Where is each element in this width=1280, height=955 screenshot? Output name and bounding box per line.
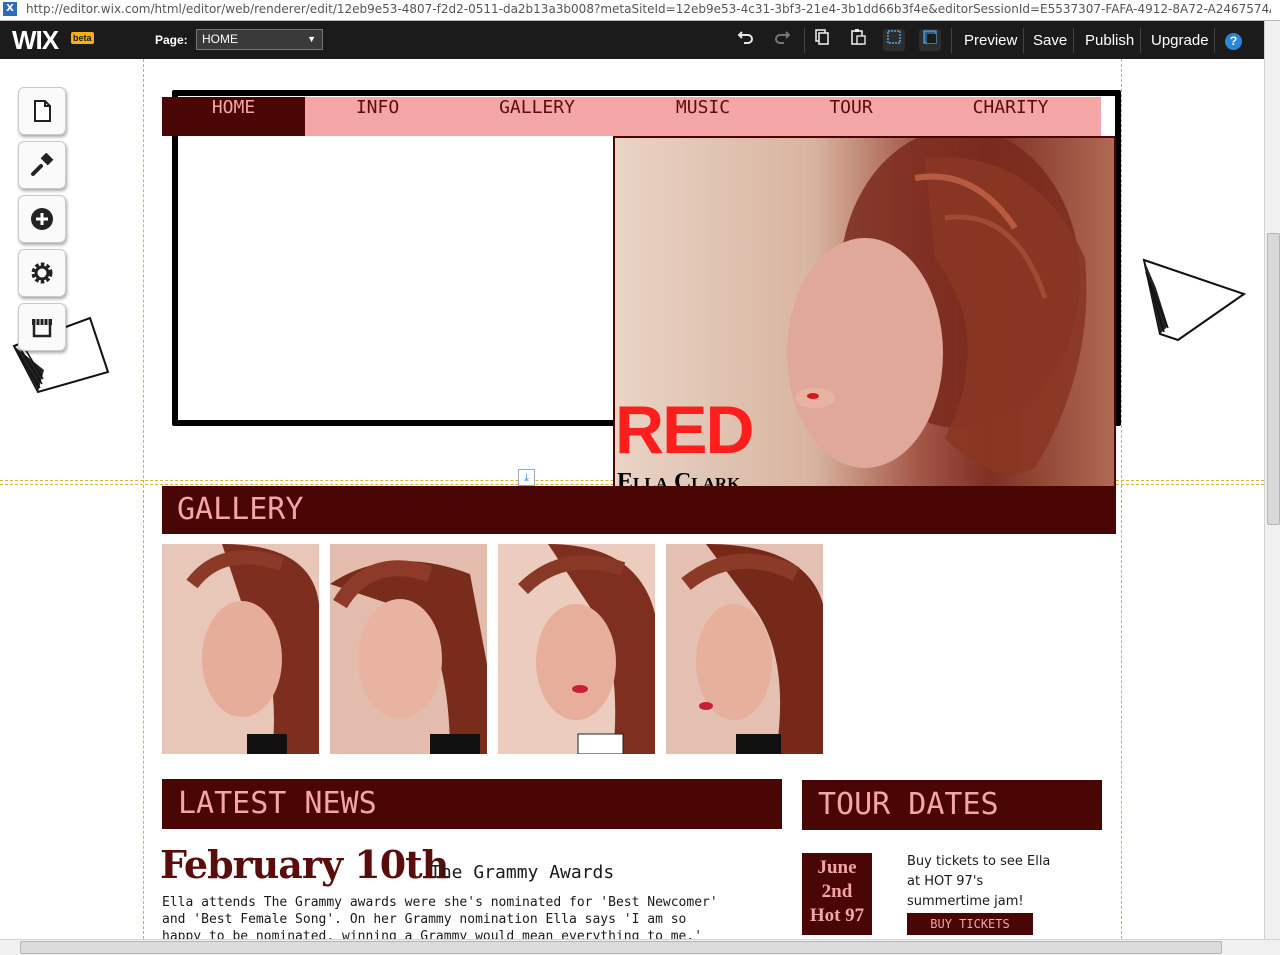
beta-badge: beta bbox=[71, 32, 94, 44]
latest-news-heading: LATEST NEWS bbox=[162, 779, 782, 829]
tour-dates-heading: TOUR DATES bbox=[802, 780, 1102, 830]
nav-item-home[interactable]: HOME bbox=[162, 97, 305, 136]
buy-tickets-button[interactable]: BUY TICKETS bbox=[907, 913, 1033, 935]
news-date: February 10th bbox=[160, 842, 449, 887]
page-guide-left bbox=[143, 59, 144, 939]
address-bar[interactable]: X http://editor.wix.com/html/editor/web/… bbox=[0, 0, 1280, 21]
gallery-thumbnail[interactable] bbox=[162, 544, 319, 754]
sketch-triangle-right bbox=[1142, 258, 1247, 342]
publish-button[interactable]: Publish bbox=[1085, 32, 1134, 49]
save-button[interactable]: Save bbox=[1033, 32, 1067, 49]
news-line: Ella attends The Grammy awards were she'… bbox=[162, 895, 718, 910]
vertical-scrollbar[interactable] bbox=[1264, 21, 1280, 939]
horizontal-scrollbar[interactable] bbox=[0, 939, 1280, 955]
gallery-thumbnail[interactable] bbox=[330, 544, 487, 754]
grid-icon[interactable] bbox=[883, 29, 905, 51]
paintbrush-icon bbox=[31, 153, 54, 176]
design-button[interactable] bbox=[18, 141, 66, 189]
tour-date-line: Hot 97 bbox=[809, 905, 865, 926]
rulers-icon[interactable] bbox=[919, 29, 941, 51]
gear-icon bbox=[31, 262, 53, 284]
pages-icon bbox=[34, 100, 51, 122]
nav-item-music[interactable]: MUSIC bbox=[624, 97, 782, 136]
page-label: Page: bbox=[155, 33, 188, 47]
editor-toolbar: WIX beta Page: HOME ▼ Preview Save Publi… bbox=[0, 21, 1268, 59]
upgrade-button[interactable]: Upgrade bbox=[1151, 32, 1209, 49]
hero-title: RED bbox=[615, 392, 755, 468]
nav-item-tour[interactable]: TOUR bbox=[782, 97, 920, 136]
paste-icon[interactable] bbox=[847, 29, 869, 51]
site-nav: HOME INFO GALLERY MUSIC TOUR CHARITY bbox=[162, 97, 1101, 136]
pages-button[interactable] bbox=[18, 87, 66, 135]
tour-date-line: 2nd bbox=[821, 881, 853, 902]
chevron-down-icon: ▼ bbox=[307, 34, 316, 44]
news-body: Ella attends The Grammy awards were she'… bbox=[162, 894, 762, 945]
redo-icon[interactable] bbox=[771, 29, 793, 51]
gallery-thumbnail[interactable] bbox=[666, 544, 823, 754]
vertical-scroll-thumb[interactable] bbox=[1267, 233, 1280, 525]
page-select[interactable]: HOME ▼ bbox=[196, 29, 323, 50]
gallery-heading: GALLERY bbox=[162, 486, 1116, 534]
favicon-icon: X bbox=[3, 2, 17, 16]
app-market-button[interactable] bbox=[18, 303, 66, 351]
settings-button[interactable] bbox=[18, 249, 66, 297]
tour-date-line: June bbox=[817, 857, 857, 878]
section-handle-icon[interactable]: ⤓ bbox=[518, 469, 535, 486]
news-line: and 'Best Female Song'. On her Grammy no… bbox=[162, 912, 687, 927]
plus-circle-icon bbox=[31, 208, 53, 230]
wix-logo: WIX bbox=[12, 25, 59, 55]
gallery-thumbnail[interactable] bbox=[498, 544, 655, 754]
hero-image[interactable]: RED Ella Clark bbox=[613, 136, 1116, 496]
store-icon bbox=[32, 319, 52, 338]
help-icon[interactable]: ? bbox=[1225, 33, 1242, 50]
page-select-value: HOME bbox=[202, 32, 238, 46]
news-title: The Grammy Awards bbox=[430, 862, 615, 883]
nav-item-charity[interactable]: CHARITY bbox=[920, 97, 1101, 136]
horizontal-scroll-thumb[interactable] bbox=[20, 941, 1222, 954]
copy-icon[interactable] bbox=[811, 29, 833, 51]
undo-icon[interactable] bbox=[735, 29, 757, 51]
tour-description: Buy tickets to see Ella at HOT 97's summ… bbox=[907, 854, 1051, 909]
nav-item-gallery[interactable]: GALLERY bbox=[450, 97, 624, 136]
preview-button[interactable]: Preview bbox=[964, 32, 1017, 49]
tour-date-badge: June 2nd Hot 97 bbox=[802, 853, 872, 935]
url-text[interactable]: http://editor.wix.com/html/editor/web/re… bbox=[26, 2, 1271, 16]
nav-item-info[interactable]: INFO bbox=[305, 97, 450, 136]
add-button[interactable] bbox=[18, 195, 66, 243]
page-guide-right bbox=[1121, 59, 1122, 939]
